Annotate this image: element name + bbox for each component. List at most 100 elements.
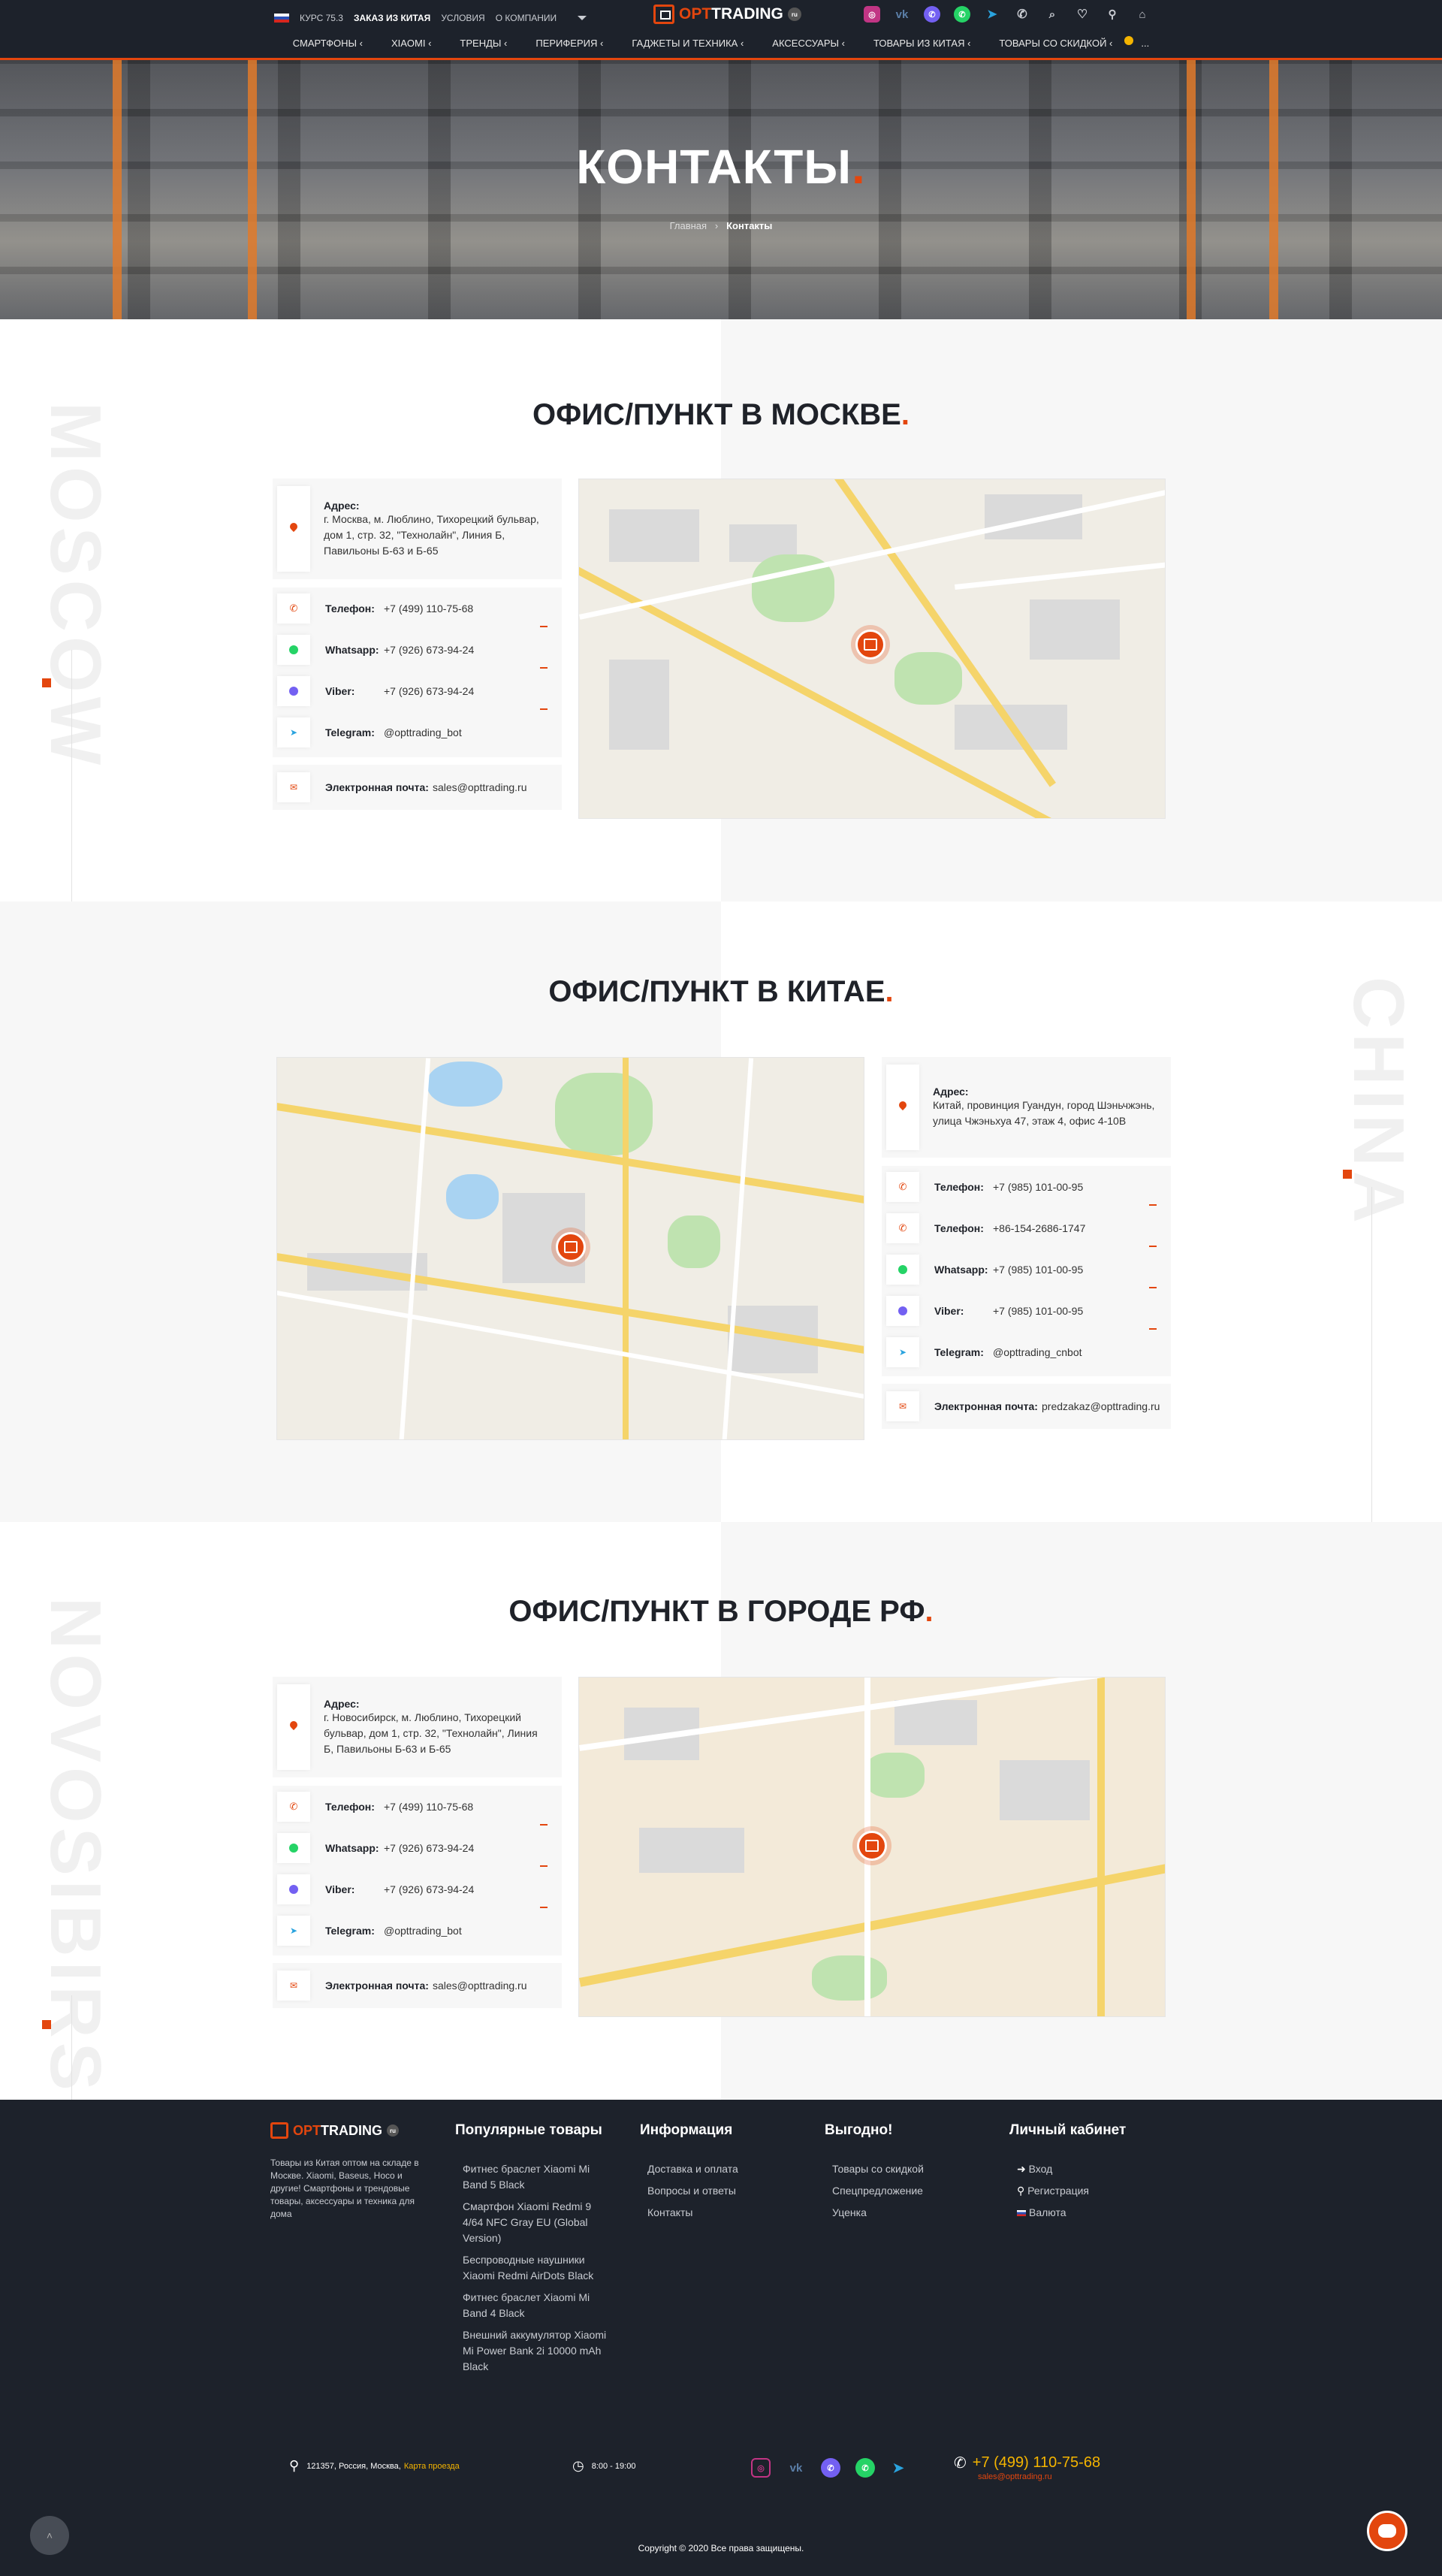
logo-ru-badge: ru: [787, 8, 801, 21]
contact-value[interactable]: +86-154-2686-1747: [993, 1222, 1085, 1234]
contact-value[interactable]: +7 (926) 673-94-24: [384, 685, 474, 697]
menu-trends[interactable]: ТРЕНДЫ: [460, 38, 507, 49]
footer-link[interactable]: Фитнес браслет Xiaomi Mi Band 4 Black: [455, 2290, 613, 2321]
footer-address: ⚲ 121357, Россия, Москва, Карта проезда: [289, 2458, 460, 2474]
address-card: Адрес: г. Новосибирск, м. Люблино, Тихор…: [273, 1677, 562, 1777]
contact-value[interactable]: +7 (926) 673-94-24: [384, 1842, 474, 1854]
address-label: Адрес:: [324, 1697, 360, 1710]
map-marker-icon[interactable]: [855, 630, 885, 660]
email-value[interactable]: sales@opttrading.ru: [433, 781, 527, 793]
viber-icon[interactable]: ✆: [924, 6, 940, 23]
top-left-nav: КУРС 75.3 ЗАКАЗ ИЗ КИТАЯ УСЛОВИЯ О КОМПА…: [274, 13, 587, 23]
telegram-icon[interactable]: ➤: [888, 2458, 908, 2478]
contact-value[interactable]: @opttrading_cnbot: [993, 1346, 1082, 1358]
footer-link[interactable]: Фитнес браслет Xiaomi Mi Band 5 Black: [455, 2161, 613, 2193]
phone-icon: ✆: [954, 2455, 967, 2472]
viber-icon[interactable]: ✆: [821, 2458, 840, 2478]
nav-conditions[interactable]: УСЛОВИЯ: [441, 13, 484, 23]
address-text: 121357, Россия, Москва,: [306, 2461, 401, 2471]
email-value[interactable]: sales@opttrading.ru: [433, 1980, 527, 1992]
contact-value[interactable]: @opttrading_bot: [384, 726, 462, 738]
menu-more[interactable]: ...: [1141, 38, 1149, 49]
map-link[interactable]: Карта проезда: [404, 2462, 460, 2471]
nav-about[interactable]: О КОМПАНИИ: [496, 13, 557, 23]
menu-smartphones[interactable]: СМАРТФОНЫ: [293, 38, 363, 49]
contact-label: Whatsapp:: [934, 1264, 988, 1276]
contact-value[interactable]: @opttrading_bot: [384, 1925, 462, 1937]
instagram-icon[interactable]: ◎: [751, 2458, 771, 2478]
contact-label: Viber:: [325, 1883, 355, 1895]
cart-icon[interactable]: ⌂: [1134, 6, 1151, 23]
contact-value[interactable]: +7 (985) 101-00-95: [993, 1264, 1083, 1276]
whatsapp-icon[interactable]: ✆: [855, 2458, 875, 2478]
phone-icon: ✆: [277, 593, 310, 624]
contact-list: ✆ Телефон: +7 (985) 101-00-95 ✆ Телефон: +86…: [882, 1166, 1171, 1376]
telegram-icon[interactable]: ➤: [984, 6, 1000, 23]
map-moscow[interactable]: [578, 479, 1166, 819]
chat-widget-button[interactable]: [1367, 2511, 1407, 2551]
map-marker-icon[interactable]: [857, 1831, 887, 1861]
contact-value[interactable]: +7 (926) 673-94-24: [384, 1883, 474, 1895]
heart-icon[interactable]: ♡: [1074, 6, 1091, 23]
whatsapp-icon[interactable]: ✆: [954, 6, 970, 23]
side-word-china: CHINA: [1338, 977, 1419, 1228]
map-china[interactable]: [276, 1057, 864, 1440]
footer-login[interactable]: ➜ Вход: [1009, 2161, 1167, 2177]
chevron-down-icon[interactable]: [578, 16, 587, 20]
menu-xiaomi[interactable]: XIAOMI: [391, 38, 431, 49]
vk-icon[interactable]: vk: [894, 6, 910, 23]
menu-peripherals[interactable]: ПЕРИФЕРИЯ: [535, 38, 603, 49]
contact-value[interactable]: +7 (985) 101-00-95: [993, 1305, 1083, 1317]
footer-link[interactable]: Смартфон Xiaomi Redmi 9 4/64 NFC Gray EU…: [455, 2199, 613, 2246]
address-label: Адрес:: [324, 499, 360, 512]
email-label: Электронная почта:: [325, 1980, 429, 1992]
footer-link[interactable]: Беспроводные наушники Xiaomi Redmi AirDo…: [455, 2252, 613, 2284]
map-city[interactable]: [578, 1677, 1166, 2017]
footer-link[interactable]: Доставка и оплата: [640, 2161, 798, 2177]
instagram-icon[interactable]: ◎: [864, 6, 880, 23]
contact-value[interactable]: +7 (985) 101-00-95: [993, 1181, 1083, 1193]
contact-value[interactable]: +7 (499) 110-75-68: [384, 602, 473, 615]
address-value: Китай, провинция Гуандун, город Шэньчжэн…: [933, 1099, 1155, 1127]
footer-phone[interactable]: +7 (499) 110-75-68: [973, 2454, 1100, 2472]
footer-link-text: Валюта: [1029, 2206, 1066, 2218]
search-icon[interactable]: ⌕: [1044, 6, 1060, 23]
contact-label: Телефон:: [934, 1181, 984, 1193]
viber-icon: [277, 1874, 310, 1904]
footer-link[interactable]: Спецпредложение: [825, 2183, 982, 2199]
nav-order-china[interactable]: ЗАКАЗ ИЗ КИТАЯ: [354, 13, 430, 23]
clock-icon: ◷: [572, 2458, 584, 2473]
contact-value[interactable]: +7 (926) 673-94-24: [384, 644, 474, 656]
contact-value[interactable]: +7 (499) 110-75-68: [384, 1801, 473, 1813]
site-logo[interactable]: OPT TRADING ru: [653, 5, 801, 24]
menu-accessories[interactable]: АКСЕССУАРЫ: [772, 38, 845, 49]
footer-logo[interactable]: OPT TRADING ru: [270, 2122, 443, 2139]
vk-icon[interactable]: vk: [786, 2458, 806, 2478]
footer-link[interactable]: Контакты: [640, 2205, 798, 2221]
chevron-up-icon: ˄: [46, 2529, 53, 2541]
footer-link[interactable]: Внешний аккумулятор Xiaomi Mi Power Bank…: [455, 2327, 613, 2375]
scroll-to-top-button[interactable]: ˄: [30, 2516, 69, 2555]
section-title: ОФИС/ПУНКТ В МОСКВЕ.: [0, 398, 1442, 432]
user-icon[interactable]: ⚲: [1104, 6, 1121, 23]
footer-link[interactable]: Вопросы и ответы: [640, 2183, 798, 2199]
footer-currency[interactable]: Валюта: [1009, 2205, 1167, 2221]
map-marker-icon[interactable]: [556, 1232, 586, 1262]
footer-link[interactable]: Товары со скидкой: [825, 2161, 982, 2177]
hero-banner: КОНТАКТЫ. Главная › Контакты: [0, 60, 1442, 319]
telegram-icon: ➤: [277, 717, 310, 747]
menu-china-goods[interactable]: ТОВАРЫ ИЗ КИТАЯ: [873, 38, 970, 49]
phone-icon[interactable]: ✆: [1014, 6, 1030, 23]
whatsapp-icon: [277, 635, 310, 665]
footer-register[interactable]: ⚲ Регистрация: [1009, 2183, 1167, 2199]
menu-discount[interactable]: ТОВАРЫ СО СКИДКОЙ: [999, 38, 1112, 49]
footer-link[interactable]: Уценка: [825, 2205, 982, 2221]
user-plus-icon: ⚲: [1017, 2185, 1028, 2197]
menu-gadgets[interactable]: ГАДЖЕТЫ И ТЕХНИКА: [632, 38, 744, 49]
section-city: NOVOSIBIRSK ОФИС/ПУНКТ В ГОРОДЕ РФ. Адре…: [0, 1522, 1442, 2152]
contact-list: ✆ Телефон: +7 (499) 110-75-68 Whatsapp: +7 …: [273, 1786, 562, 1955]
email-value[interactable]: predzakaz@opttrading.ru: [1042, 1400, 1160, 1412]
address-label: Адрес:: [933, 1086, 969, 1098]
breadcrumb-home[interactable]: Главная: [670, 220, 707, 231]
footer-email[interactable]: sales@opttrading.ru: [978, 2472, 1100, 2481]
